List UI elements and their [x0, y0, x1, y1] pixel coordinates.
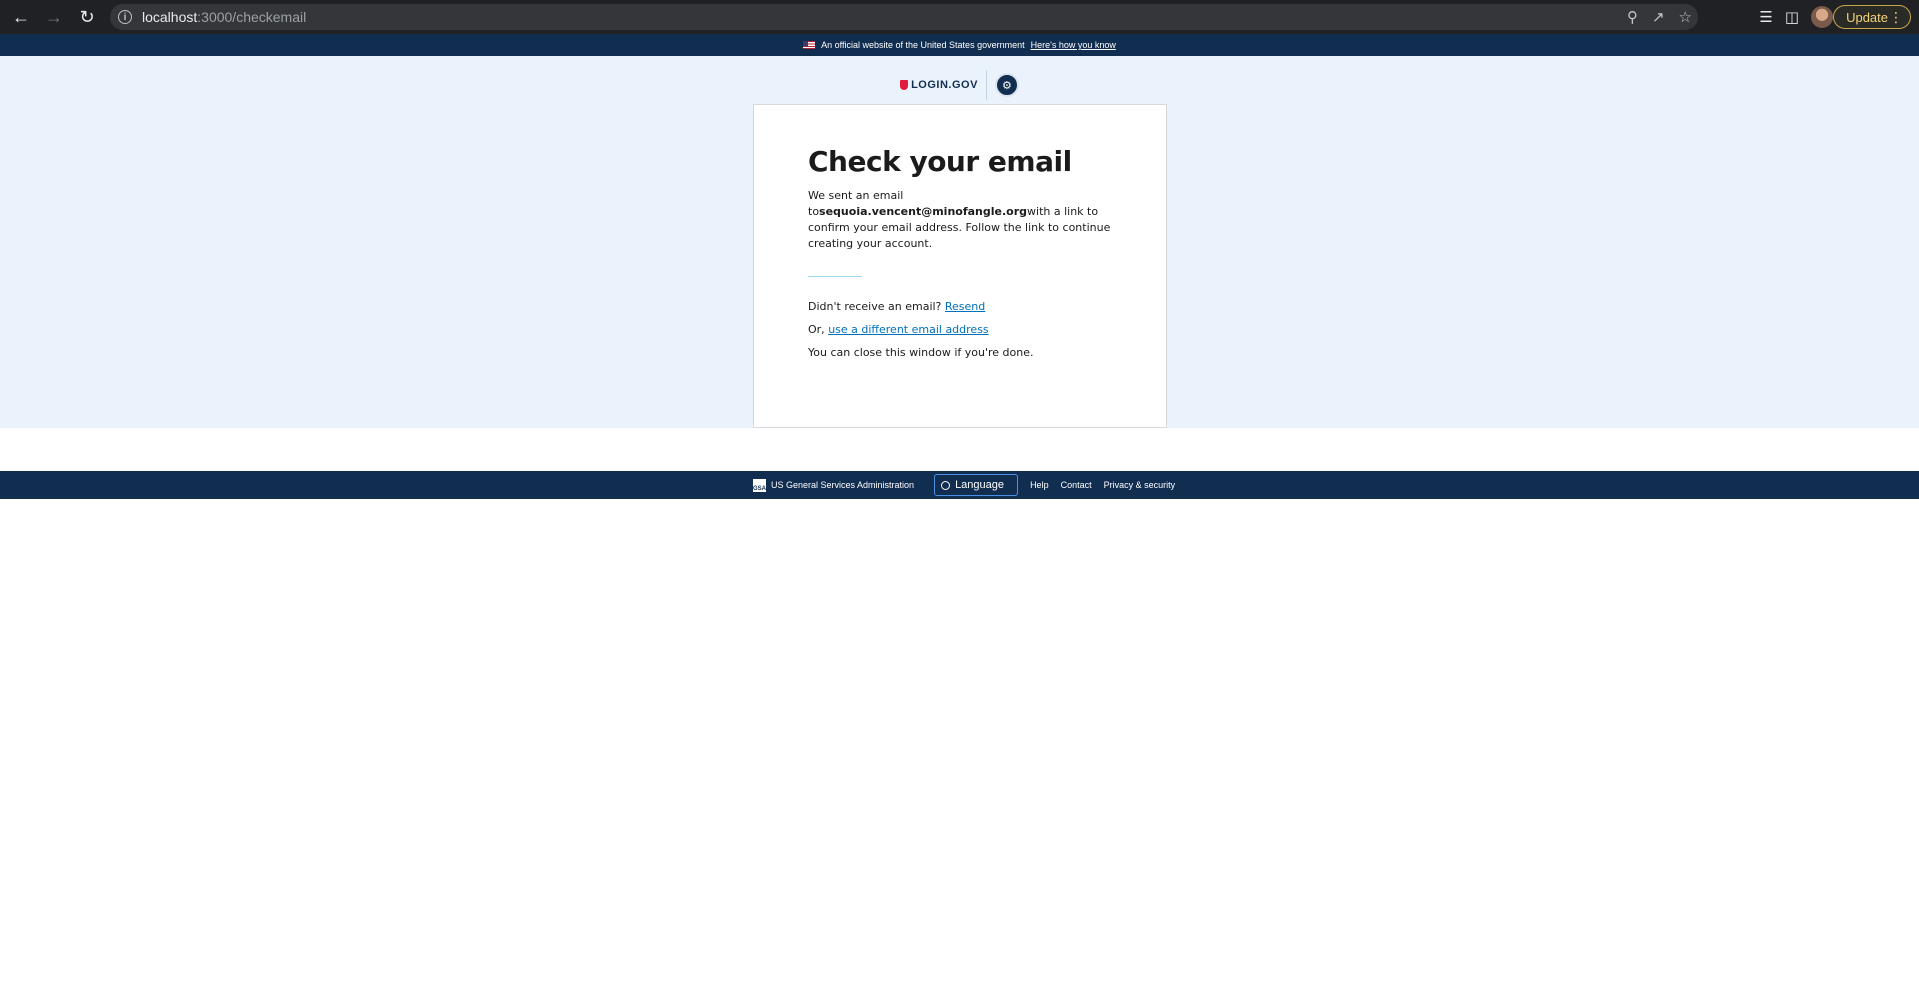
resend-line: Didn't receive an email? Resend [808, 300, 1118, 313]
gsa-label[interactable]: US General Services Administration [771, 480, 914, 490]
login-gov-logo[interactable]: LOGIN.GOV [900, 79, 978, 91]
gov-banner-link[interactable]: Here's how you know [1031, 40, 1116, 50]
us-flag-icon [803, 41, 816, 49]
menu-dots-icon: ⋮ [1889, 9, 1903, 25]
resend-prefix: Didn't receive an email? [808, 299, 945, 313]
zoom-icon[interactable]: ⚲ [1627, 8, 1638, 26]
gov-banner: An official website of the United States… [0, 34, 1919, 56]
url-path: :3000/checkemail [197, 9, 307, 25]
separator [808, 275, 862, 277]
forward-icon[interactable]: → [42, 5, 66, 29]
bookmark-star-icon[interactable]: ☆ [1679, 8, 1692, 26]
address-bar[interactable]: i localhost:3000/checkemail ⚲ ↗ ☆ [110, 4, 1698, 30]
gov-banner-text: An official website of the United States… [821, 40, 1025, 50]
side-panel-icon[interactable]: ◫ [1785, 8, 1799, 26]
close-window-text: You can close this window if you're done… [808, 345, 1034, 359]
footer: GSA US General Services Administration L… [0, 471, 1919, 499]
browser-toolbar: ← → ↻ i localhost:3000/checkemail ⚲ ↗ ☆ … [0, 0, 1919, 34]
logo-text: LOGIN.GOV [911, 79, 978, 91]
footer-link-privacy[interactable]: Privacy & security [1104, 480, 1176, 490]
intro-text: We sent an email tosequoia.vencent@minof… [808, 188, 1118, 252]
profile-avatar[interactable] [1811, 6, 1833, 28]
toolbar-right-icons: ☰ ◫ [1759, 5, 1833, 29]
change-email-link[interactable]: use a different email address [828, 323, 988, 336]
main-area: LOGIN.GOV ⚙ Check your email We sent an … [0, 56, 1919, 428]
email-address: sequoia.vencent@minofangle.org [819, 204, 1028, 218]
update-button[interactable]: Update ⋮ [1833, 5, 1911, 29]
agency-seal-icon: ⚙ [994, 73, 1019, 97]
change-prefix: Or, [808, 322, 829, 336]
share-icon[interactable]: ↗ [1652, 8, 1665, 26]
back-icon[interactable]: ← [9, 5, 33, 29]
footer-link-contact[interactable]: Contact [1061, 480, 1092, 490]
footer-link-help[interactable]: Help [1030, 480, 1049, 490]
page-title: Check your email [808, 145, 1072, 178]
omnibox-actions: ⚲ ↗ ☆ [1627, 4, 1692, 30]
site-info-icon[interactable]: i [118, 10, 132, 24]
logo-divider [985, 70, 987, 100]
resend-link[interactable]: Resend [945, 300, 985, 313]
url-host: localhost [142, 9, 198, 25]
gsa-logo: GSA [753, 478, 766, 492]
reload-icon[interactable]: ↻ [75, 5, 99, 29]
update-label: Update [1846, 9, 1888, 25]
globe-icon [941, 480, 951, 490]
address-url[interactable]: localhost:3000/checkemail [142, 9, 306, 25]
reading-list-icon[interactable]: ☰ [1759, 8, 1772, 26]
shield-icon [900, 80, 909, 90]
language-label: Language [955, 479, 1005, 491]
change-email-line: Or, use a different email address [808, 323, 1118, 336]
language-button[interactable]: Language [934, 474, 1019, 496]
check-email-card: Check your email We sent an email tosequ… [753, 104, 1167, 428]
logo-row: LOGIN.GOV ⚙ [0, 68, 1919, 102]
